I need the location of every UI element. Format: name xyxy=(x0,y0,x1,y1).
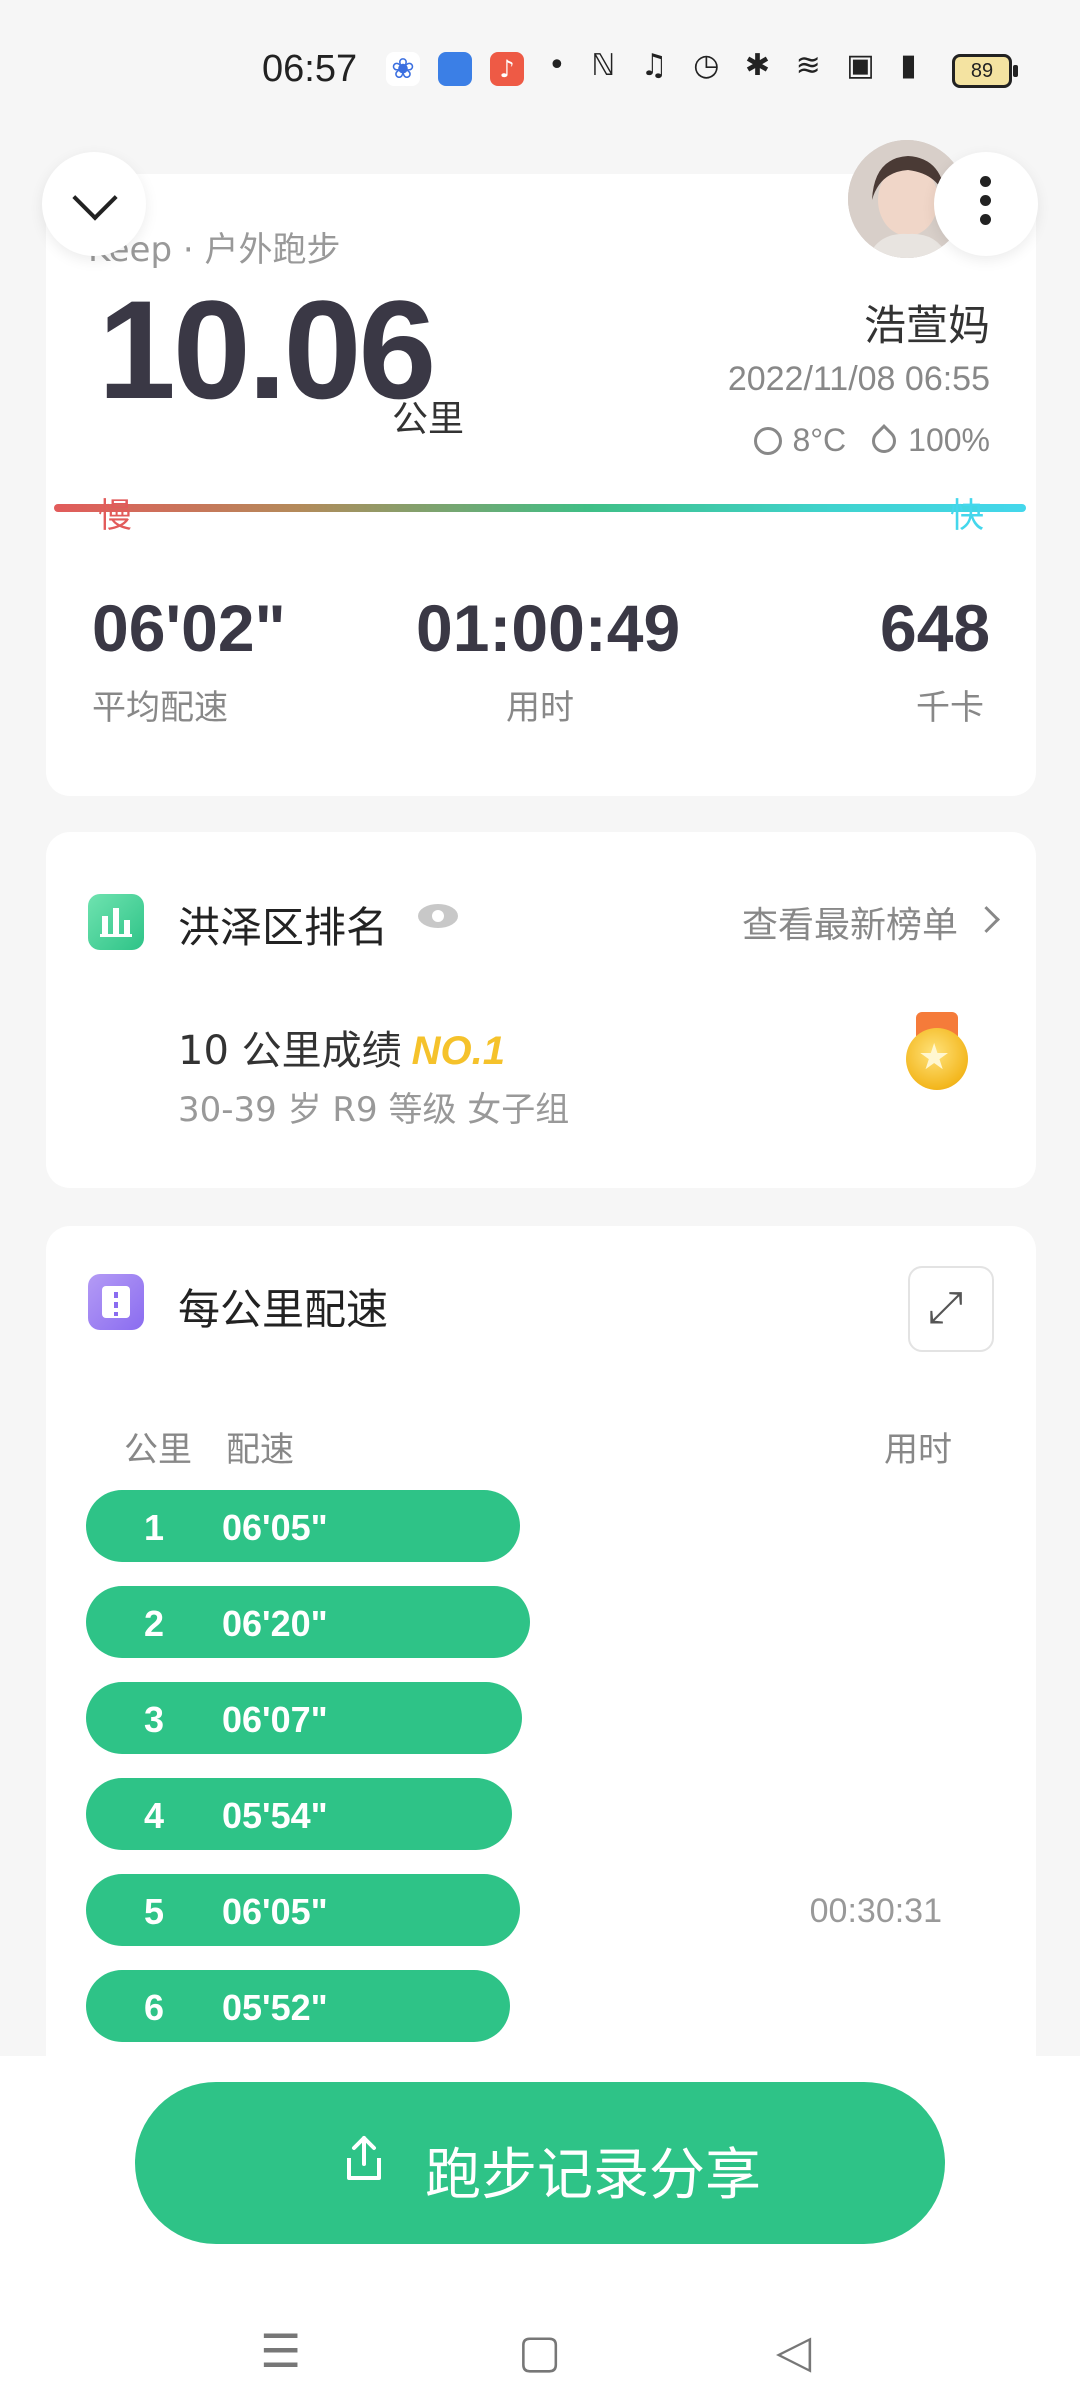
split-row: 5 06'05" xyxy=(86,1874,520,1946)
rank-result-label: 10 公里成绩 xyxy=(178,1028,402,1074)
split-pace: 05'54" xyxy=(222,1795,328,1836)
splits-card: 每公里配速 ⤢ 公里 配速 用时 1 06'05" 2 06'20" 3 06'07"… xyxy=(46,1226,1036,2126)
pace-slow-label: 慢 xyxy=(98,496,132,536)
col-pace-header: 配速 xyxy=(226,1430,294,1470)
battery-icon: 89 xyxy=(952,54,1018,88)
splits-title: 每公里配速 xyxy=(178,1285,389,1334)
calories-value: 648 xyxy=(880,591,991,665)
rank-number: NO.1 xyxy=(411,1029,505,1073)
split-pace: 06'07" xyxy=(222,1699,328,1740)
cloud-app-icon xyxy=(438,52,472,86)
expand-button[interactable]: ⤢ xyxy=(908,1266,994,1352)
sun-icon xyxy=(754,427,783,455)
run-datetime: 2022/11/08 06:55 xyxy=(727,360,990,398)
distance-value: 10.06 xyxy=(98,271,436,428)
user-name: 浩萱妈 xyxy=(863,301,990,350)
humidity-icon xyxy=(867,424,902,458)
menu-nav-icon[interactable]: ☰ xyxy=(260,2324,301,2378)
split-row: 6 05'52" xyxy=(86,1970,510,2042)
bottom-bar: 跑步记录分享 ☰ ▢ ◁ xyxy=(0,2056,1080,2400)
split-km: 6 xyxy=(144,1987,165,2028)
back-nav-icon[interactable]: ◁ xyxy=(776,2324,811,2378)
avg-pace-value: 06'02" xyxy=(92,591,286,665)
pace-gradient-bar xyxy=(54,504,1026,512)
split-km: 3 xyxy=(144,1699,165,1740)
eye-icon[interactable] xyxy=(418,904,458,928)
weather-info: 8°C 100% xyxy=(754,422,990,459)
calories-label: 千卡 xyxy=(916,688,984,728)
collapse-button[interactable] xyxy=(42,152,146,256)
share-run-button[interactable]: 跑步记录分享 xyxy=(135,2082,945,2244)
music-app-icon: ♪ xyxy=(490,52,524,86)
share-icon xyxy=(347,2136,381,2180)
baidu-icon: ❀ xyxy=(386,52,420,86)
split-pace: 06'20" xyxy=(222,1603,328,1644)
share-button-label: 跑步记录分享 xyxy=(425,2143,761,2208)
col-km-header: 公里 xyxy=(124,1430,192,1470)
star-icon: ★ xyxy=(918,1037,951,1078)
split-km: 4 xyxy=(144,1795,165,1836)
expand-icon: ⤢ xyxy=(928,1282,964,1333)
rank-result: 10 公里成绩 NO.1 xyxy=(178,1018,505,1076)
avg-pace-label: 平均配速 xyxy=(92,688,228,728)
pace-icon xyxy=(88,1274,144,1330)
chevron-down-icon xyxy=(72,175,118,221)
chevron-right-icon xyxy=(973,906,1000,933)
split-km: 2 xyxy=(144,1603,165,1644)
status-bar: 06:57 ❀ ♪ • ℕ ♫ ◷ ✱ ≋ ▣ ▮ 89 xyxy=(0,0,1080,140)
ranking-card[interactable]: 洪泽区排名 查看最新榜单 10 公里成绩 NO.1 30-39 岁 R9 等级 女… xyxy=(46,832,1036,1188)
distance-unit: 公里 xyxy=(392,399,465,440)
temperature: 8°C xyxy=(792,422,847,458)
more-options-button[interactable] xyxy=(934,152,1038,256)
split-pace: 06'05" xyxy=(222,1507,328,1548)
split-row: 2 06'20" xyxy=(86,1586,530,1658)
split-km: 1 xyxy=(144,1507,165,1548)
bar-chart-icon xyxy=(88,894,144,950)
humidity: 100% xyxy=(908,422,990,458)
rank-group: 30-39 岁 R9 等级 女子组 xyxy=(178,1090,570,1130)
more-vertical-icon xyxy=(980,176,992,233)
pace-fast-label: 快 xyxy=(950,496,984,536)
ranking-title: 洪泽区排名 xyxy=(178,903,389,952)
split-row: 4 05'54" xyxy=(86,1778,512,1850)
split-row: 1 06'05" xyxy=(86,1490,520,1562)
duration-label: 用时 xyxy=(506,688,574,728)
split-pace: 05'52" xyxy=(222,1987,328,2028)
status-time: 06:57 xyxy=(262,48,358,90)
latest-leaderboard-link[interactable]: 查看最新榜单 xyxy=(742,896,958,948)
split-km: 5 xyxy=(144,1891,165,1932)
col-time-header: 用时 xyxy=(884,1430,952,1470)
split-time: 00:30:31 xyxy=(809,1892,942,1930)
duration-value: 01:00:49 xyxy=(416,591,681,665)
split-pace: 06'05" xyxy=(222,1891,328,1932)
home-nav-icon[interactable]: ▢ xyxy=(518,2324,561,2378)
split-row: 3 06'07" xyxy=(86,1682,522,1754)
system-status-icons: • ℕ ♫ ◷ ✱ ≋ ▣ ▮ xyxy=(548,48,925,83)
